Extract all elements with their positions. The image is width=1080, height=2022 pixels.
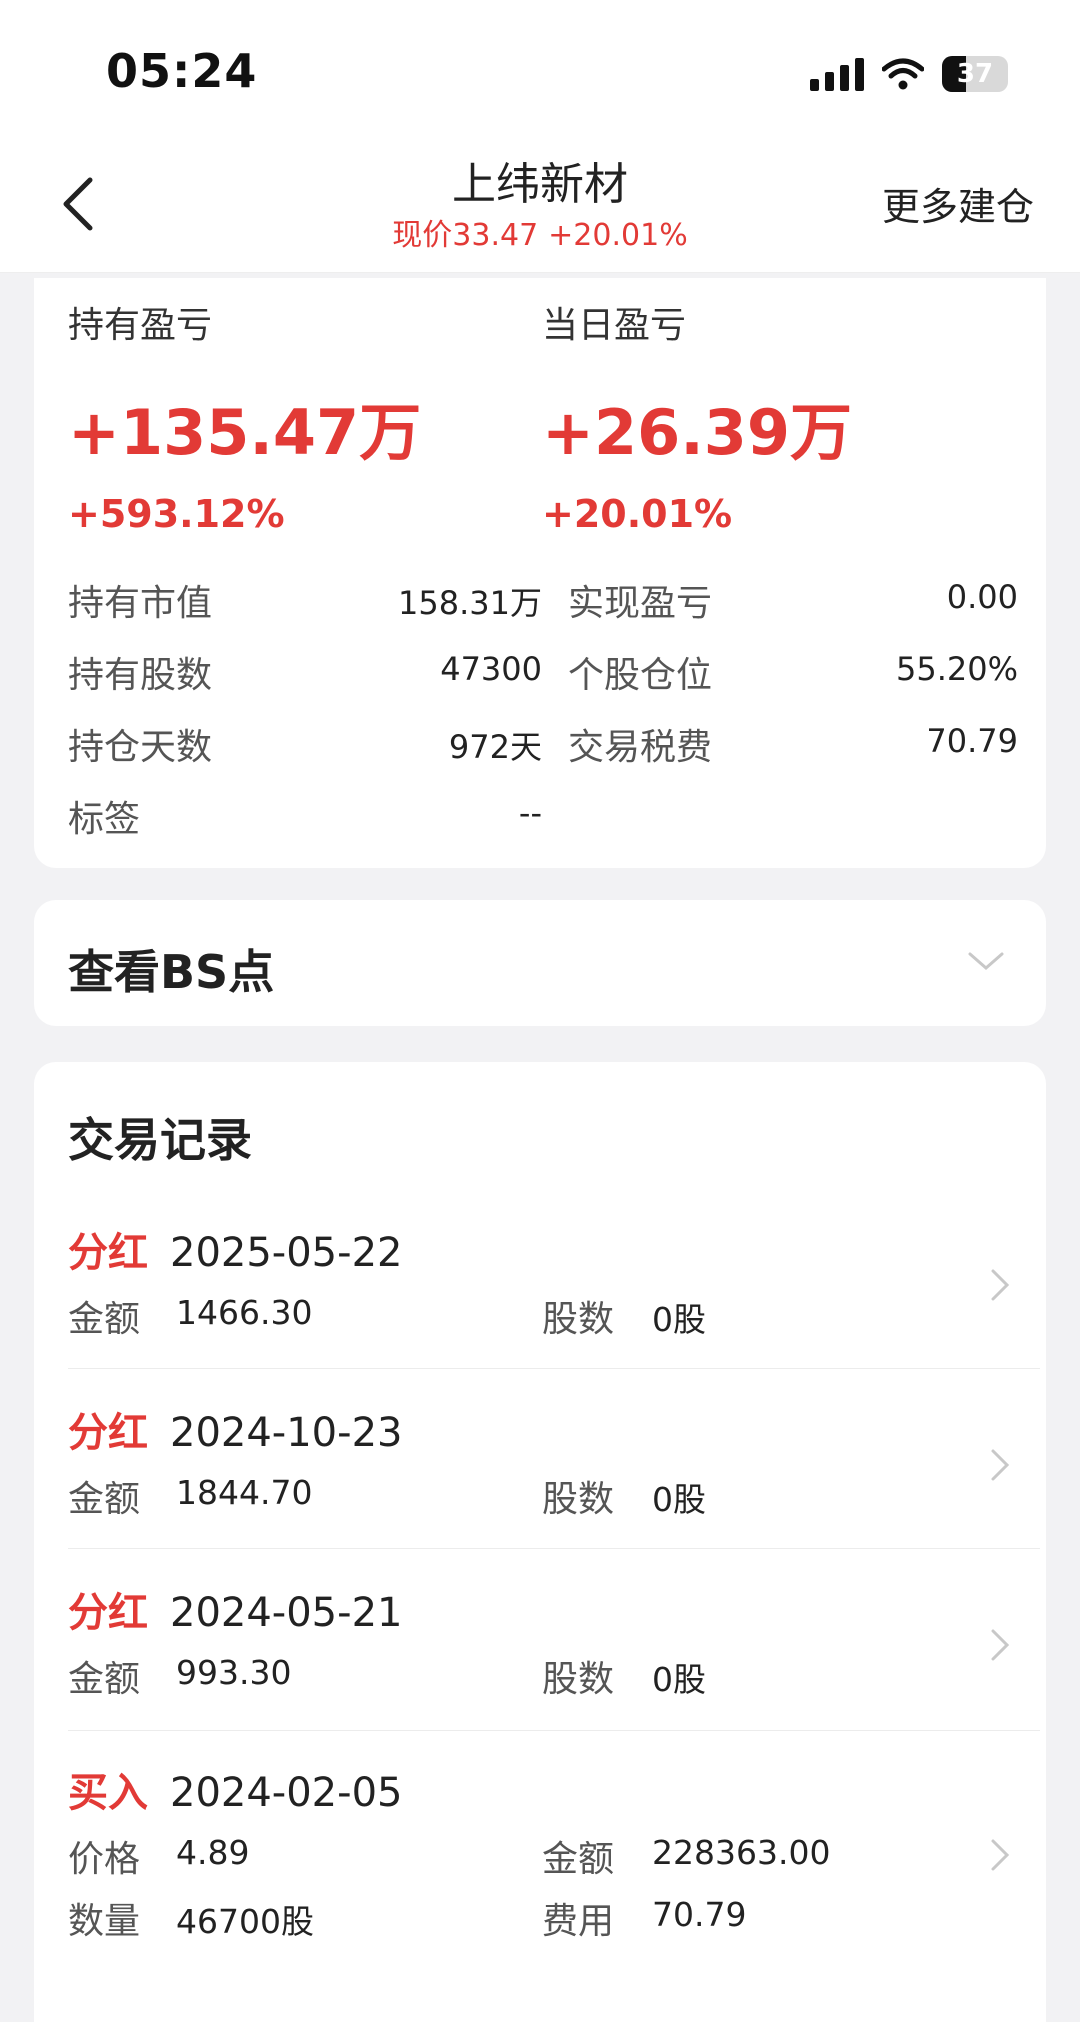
record-key: 金额: [542, 1839, 615, 1880]
trade-record[interactable]: 分红 2024-05-21 金额 993.30 股数 0股: [68, 1580, 1040, 1700]
trade-records-title: 交易记录: [68, 1113, 252, 1167]
stat-value: --: [518, 794, 542, 832]
record-detail: 价格 4.89 金额 228363.00: [68, 1830, 1040, 1880]
trade-record[interactable]: 分红 2025-05-22 金额 1466.30 股数 0股: [68, 1220, 1040, 1340]
holding-pl-pct: +593.12%: [68, 492, 285, 536]
battery-icon: 37: [942, 56, 1008, 92]
record-value: 4.89: [176, 1833, 250, 1872]
record-value: 0股: [652, 1300, 706, 1339]
record-date: 2025-05-22: [170, 1230, 403, 1276]
record-type: 买入: [68, 1770, 148, 1816]
record-value: 46700股: [176, 1902, 314, 1941]
record-key: 数量: [68, 1901, 141, 1942]
cellular-signal-icon: [810, 57, 864, 91]
record-date: 2024-10-23: [170, 1410, 403, 1456]
record-type: 分红: [68, 1410, 148, 1456]
chevron-down-icon[interactable]: [966, 946, 1006, 976]
record-key: 价格: [68, 1839, 141, 1880]
record-header: 分红 2024-10-23: [68, 1400, 1040, 1458]
record-key: 股数: [542, 1659, 615, 1700]
record-header: 分红 2024-05-21: [68, 1580, 1040, 1638]
stat-label: 持仓天数: [68, 727, 213, 768]
record-detail: 金额 993.30 股数 0股: [68, 1650, 1040, 1700]
divider: [68, 1368, 1040, 1369]
today-pl-value: +26.39万: [542, 396, 853, 469]
wifi-icon: [882, 58, 924, 90]
current-price: 现价33.47: [392, 218, 539, 253]
record-date: 2024-05-21: [170, 1590, 403, 1636]
status-bar: 05:24 37: [0, 0, 1080, 130]
stat-label: 持有股数: [68, 655, 213, 696]
bs-points-section[interactable]: 查看BS点: [34, 900, 1046, 1026]
stat-label: 实现盈亏: [568, 583, 713, 624]
nav-bar: 上纬新材 现价33.47 +20.01% 更多建仓: [0, 130, 1080, 273]
record-value: 993.30: [176, 1653, 292, 1692]
record-key: 金额: [68, 1479, 141, 1520]
record-key: 股数: [542, 1479, 615, 1520]
stat-label: 标签: [68, 799, 141, 840]
today-pl: 当日盈亏 +26.39万 +20.01%: [542, 296, 852, 536]
record-value: 1844.70: [176, 1473, 313, 1512]
stat-value: 158.31万: [398, 584, 542, 622]
trade-record[interactable]: 买入 2024-02-05 价格 4.89 金额 228363.00 数量 467…: [68, 1760, 1040, 1942]
holding-pl: 持有盈亏 +135.47万 +593.12%: [68, 296, 421, 536]
chevron-right-icon: [991, 1269, 1010, 1301]
record-key: 股数: [542, 1299, 615, 1340]
divider: [68, 1730, 1040, 1731]
record-key: 金额: [68, 1299, 141, 1340]
record-header: 分红 2025-05-22: [68, 1220, 1040, 1278]
trade-records-card: 交易记录 分红 2025-05-22 金额 1466.30 股数 0股 分红 202…: [34, 1062, 1046, 2022]
status-time: 05:24: [106, 44, 258, 98]
record-detail: 金额 1844.70 股数 0股: [68, 1470, 1040, 1520]
stat-row: 持仓天数 972天 交易税费 70.79: [68, 718, 1018, 768]
holding-pl-label: 持有盈亏: [68, 305, 213, 346]
more-positions-button[interactable]: 更多建仓: [882, 176, 1034, 231]
stat-value: 972天: [448, 728, 542, 766]
record-header: 买入 2024-02-05: [68, 1760, 1040, 1818]
record-value: 70.79: [652, 1895, 747, 1934]
today-pl-pct: +20.01%: [542, 492, 733, 536]
holding-pl-value: +135.47万: [68, 396, 422, 469]
stat-label: 个股仓位: [568, 655, 713, 696]
bs-points-title: 查看BS点: [68, 945, 275, 999]
record-type: 分红: [68, 1230, 148, 1276]
record-key: 金额: [68, 1659, 141, 1700]
stat-label: 交易税费: [568, 727, 713, 768]
trade-record[interactable]: 分红 2024-10-23 金额 1844.70 股数 0股: [68, 1400, 1040, 1520]
divider: [68, 1548, 1040, 1549]
record-value: 0股: [652, 1660, 706, 1699]
record-value: 228363.00: [652, 1833, 831, 1872]
stat-row: 持有市值 158.31万 实现盈亏 0.00: [68, 574, 1018, 624]
today-pl-label: 当日盈亏: [542, 305, 687, 346]
record-detail: 金额 1466.30 股数 0股: [68, 1290, 1040, 1340]
chevron-right-icon: [991, 1629, 1010, 1661]
record-type: 分红: [68, 1590, 148, 1636]
pl-card: 持有盈亏 +135.47万 +593.12% 当日盈亏 +26.39万 +20.…: [34, 278, 1046, 868]
stat-value: 55.20%: [895, 650, 1018, 688]
record-value: 1466.30: [176, 1293, 313, 1332]
stat-row: 持有股数 47300 个股仓位 55.20%: [68, 646, 1018, 696]
record-value: 0股: [652, 1480, 706, 1519]
stat-value: 47300: [440, 650, 542, 688]
record-detail: 数量 46700股 费用 70.79: [68, 1892, 1040, 1942]
stat-value: 0.00: [946, 578, 1018, 616]
chevron-right-icon: [991, 1449, 1010, 1481]
record-date: 2024-02-05: [170, 1770, 403, 1816]
stat-value: 70.79: [926, 722, 1018, 760]
battery-level: 37: [956, 59, 994, 89]
chevron-right-icon: [991, 1839, 1010, 1871]
stat-row: 标签 --: [68, 790, 1018, 840]
status-icons: 37: [810, 52, 1008, 96]
record-key: 费用: [542, 1901, 615, 1942]
stat-label: 持有市值: [68, 583, 213, 624]
price-change: +20.01%: [548, 218, 688, 253]
